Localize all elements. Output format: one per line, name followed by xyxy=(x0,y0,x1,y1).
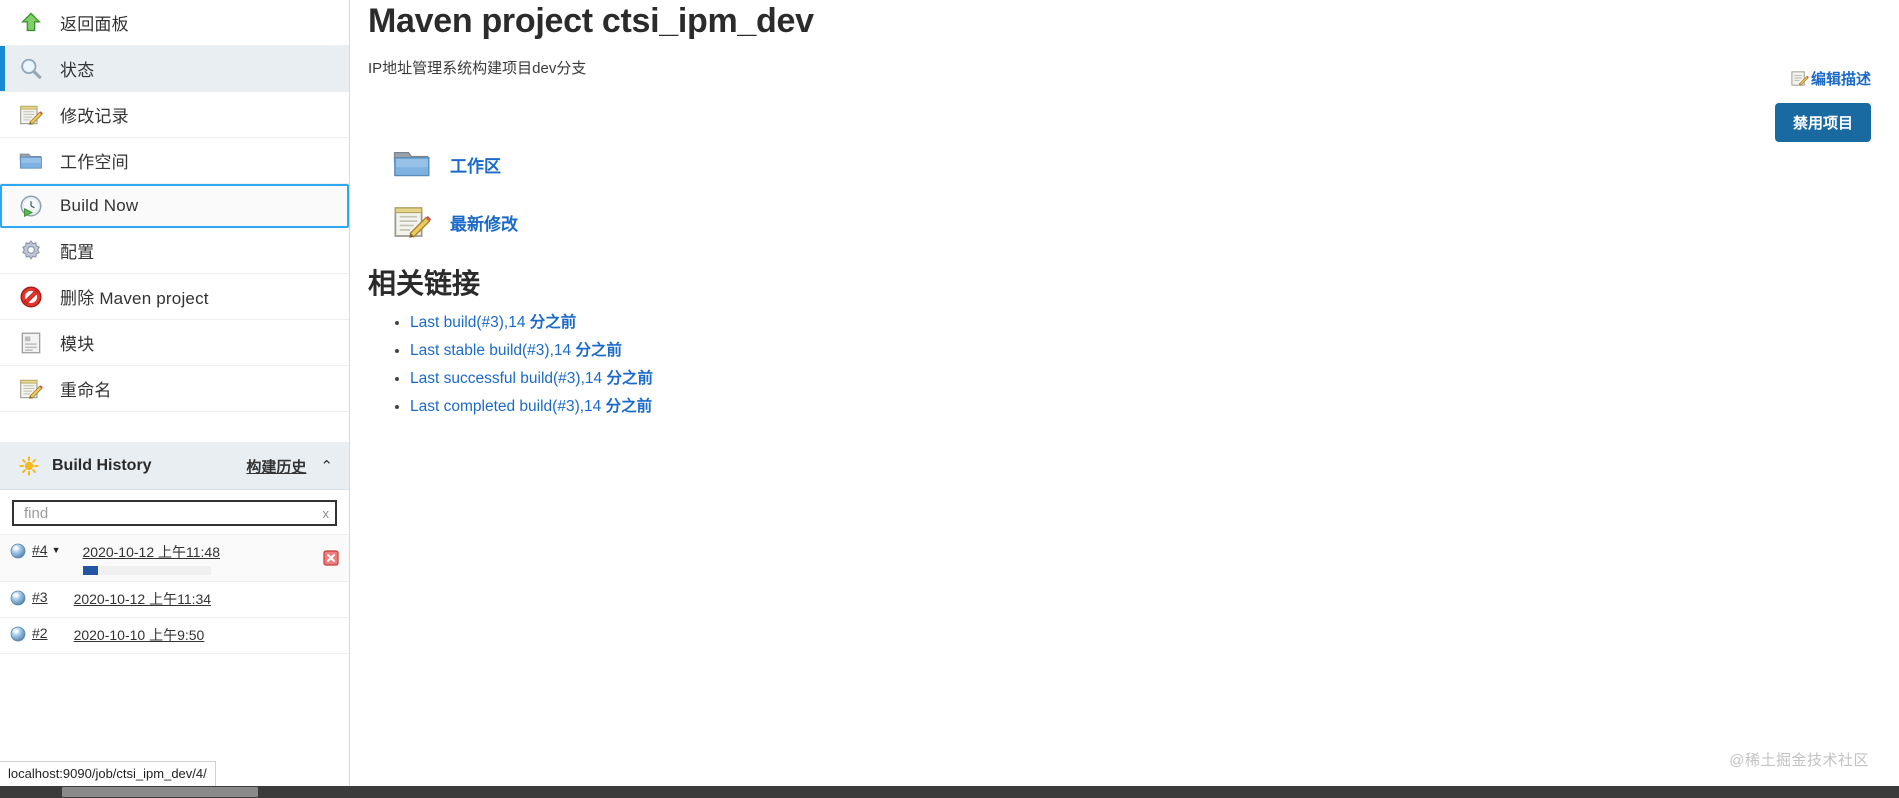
top-actions: 编辑描述 禁用项目 xyxy=(1641,68,1871,142)
sidebar-item-delete-project[interactable]: 删除 Maven project xyxy=(0,274,349,320)
sidebar-item-label: Build Now xyxy=(60,196,139,215)
no-entry-icon xyxy=(16,284,46,310)
build-meta: 2020-10-12 上午11:48 xyxy=(82,542,324,575)
watermark: @稀土掘金技术社区 xyxy=(1729,752,1869,769)
related-link-item[interactable]: Last successful build(#3),14 分之前 xyxy=(410,366,1875,388)
disable-project-button[interactable]: 禁用项目 xyxy=(1774,103,1871,142)
folder-icon xyxy=(388,142,436,186)
sidebar-item-label: 配置 xyxy=(60,243,95,262)
build-history-header[interactable]: Build History 构建历史 ⌃ xyxy=(0,443,349,490)
sidebar-item-label: 修改记录 xyxy=(60,107,129,126)
related-link-text: Last build(#3),14 xyxy=(410,314,530,331)
sidebar-item-label: 工作空间 xyxy=(60,153,129,172)
build-history-title-cn[interactable]: 构建历史 xyxy=(246,456,306,477)
build-status-ball-icon xyxy=(10,543,26,559)
sidebar-item-label: 重命名 xyxy=(60,381,112,400)
build-status-ball-icon xyxy=(10,590,26,606)
sidebar-item-build-now[interactable]: Build Now xyxy=(0,184,349,228)
build-progress-bar xyxy=(82,566,211,575)
sidebar-item-modules[interactable]: 模块 xyxy=(0,320,349,366)
quick-link-label: 最新修改 xyxy=(450,214,518,234)
related-link-item[interactable]: Last completed build(#3),14 分之前 xyxy=(410,394,1875,416)
related-link-ago: 分之前 xyxy=(575,342,622,359)
sidebar-item-back-to-dashboard[interactable]: 返回面板 xyxy=(0,0,349,46)
sidebar-item-status[interactable]: 状态 xyxy=(0,46,349,92)
sidebar-item-label: 删除 Maven project xyxy=(60,289,209,308)
notepad-pencil-icon xyxy=(388,200,436,244)
build-progress-fill xyxy=(82,566,98,575)
edit-description-link[interactable]: 编辑描述 xyxy=(1790,68,1871,89)
related-link-text: Last successful build(#3),14 xyxy=(410,370,607,387)
build-history-row[interactable]: #3 2020-10-12 上午11:34 xyxy=(0,582,349,618)
build-history-row[interactable]: #2 2020-10-10 上午9:50 xyxy=(0,618,349,654)
sidebar-task-list: 返回面板状态修改记录工作空间 Build Now 配置删除 Maven projec… xyxy=(0,0,349,412)
sidebar-item-workspace[interactable]: 工作空间 xyxy=(0,138,349,184)
build-meta: 2020-10-10 上午9:50 xyxy=(74,625,339,645)
build-number-link[interactable]: #3 xyxy=(32,589,48,605)
edit-description-label: 编辑描述 xyxy=(1810,71,1871,88)
sidebar-item-label: 状态 xyxy=(60,61,95,80)
related-links-list: Last build(#3),14 分之前Last stable build(#… xyxy=(368,310,1875,416)
related-links-heading: 相关链接 xyxy=(368,268,481,299)
build-status-ball-icon xyxy=(10,626,26,642)
gear-icon xyxy=(16,238,46,264)
find-box[interactable]: x xyxy=(12,500,337,526)
build-number-link[interactable]: #4 xyxy=(32,542,48,558)
quick-links: 工作区 最新修改 xyxy=(368,142,1875,244)
sidebar-item-configure[interactable]: 配置 xyxy=(0,228,349,274)
build-history-list: #4 ▼ 2020-10-12 上午11:48 #3 2020-10-12 上午11:3… xyxy=(0,535,349,654)
sidebar-item-rename[interactable]: 重命名 xyxy=(0,366,349,412)
build-meta: 2020-10-12 上午11:34 xyxy=(74,589,339,609)
chevron-down-icon[interactable]: ▼ xyxy=(52,545,61,555)
build-number-link[interactable]: #2 xyxy=(32,625,48,641)
horizontal-scrollbar-thumb[interactable] xyxy=(62,787,258,797)
chevron-up-icon[interactable]: ⌃ xyxy=(320,459,333,474)
related-link-text: Last completed build(#3),14 xyxy=(410,398,606,415)
sidebar-spacer xyxy=(0,412,349,443)
search-input[interactable] xyxy=(22,503,319,523)
page-title: Maven project ctsi_ipm_dev xyxy=(368,2,814,40)
notepad-pencil-icon xyxy=(16,376,46,402)
magnifier-icon xyxy=(16,56,46,82)
related-link-ago: 分之前 xyxy=(529,314,577,331)
related-link-ago: 分之前 xyxy=(605,398,653,415)
recent-changes-link[interactable]: 最新修改 xyxy=(388,200,1875,244)
related-link-text: Last stable build(#3),14 xyxy=(410,342,576,359)
notepad-pencil-icon xyxy=(16,102,46,128)
stop-build-icon[interactable] xyxy=(323,550,339,566)
notepad-pencil-icon xyxy=(1790,69,1809,88)
main-content: Maven project ctsi_ipm_dev IP地址管理系统构建项目d… xyxy=(350,0,1899,786)
sun-icon xyxy=(18,455,40,477)
status-bar-url: localhost:9090/job/ctsi_ipm_dev/4/ xyxy=(0,761,216,786)
sidebar: 返回面板状态修改记录工作空间 Build Now 配置删除 Maven projec… xyxy=(0,0,350,786)
build-history-title: Build History xyxy=(52,457,152,474)
sidebar-item-changes[interactable]: 修改记录 xyxy=(0,92,349,138)
folder-icon xyxy=(16,148,46,174)
build-clock-icon xyxy=(16,193,46,219)
build-timestamp-link[interactable]: 2020-10-12 上午11:48 xyxy=(83,544,221,560)
related-link-item[interactable]: Last build(#3),14 分之前 xyxy=(410,310,1875,332)
horizontal-scrollbar[interactable] xyxy=(0,786,1899,798)
workspace-link[interactable]: 工作区 xyxy=(388,142,1875,186)
related-link-ago: 分之前 xyxy=(606,370,653,387)
build-timestamp-link[interactable]: 2020-10-10 上午9:50 xyxy=(74,627,205,643)
build-history-find-wrap: x xyxy=(0,490,349,535)
sidebar-item-label: 模块 xyxy=(60,335,95,354)
related-link-item[interactable]: Last stable build(#3),14 分之前 xyxy=(410,338,1875,360)
module-page-icon xyxy=(16,330,46,356)
sidebar-item-label: 返回面板 xyxy=(60,15,129,34)
build-timestamp-link[interactable]: 2020-10-12 上午11:34 xyxy=(74,591,212,607)
clear-icon[interactable]: x xyxy=(319,506,330,521)
quick-link-label: 工作区 xyxy=(450,156,501,176)
up-arrow-icon xyxy=(16,10,46,36)
jenkins-job-page: 返回面板状态修改记录工作空间 Build Now 配置删除 Maven projec… xyxy=(0,0,1899,786)
build-history-row[interactable]: #4 ▼ 2020-10-12 上午11:48 xyxy=(0,535,349,582)
